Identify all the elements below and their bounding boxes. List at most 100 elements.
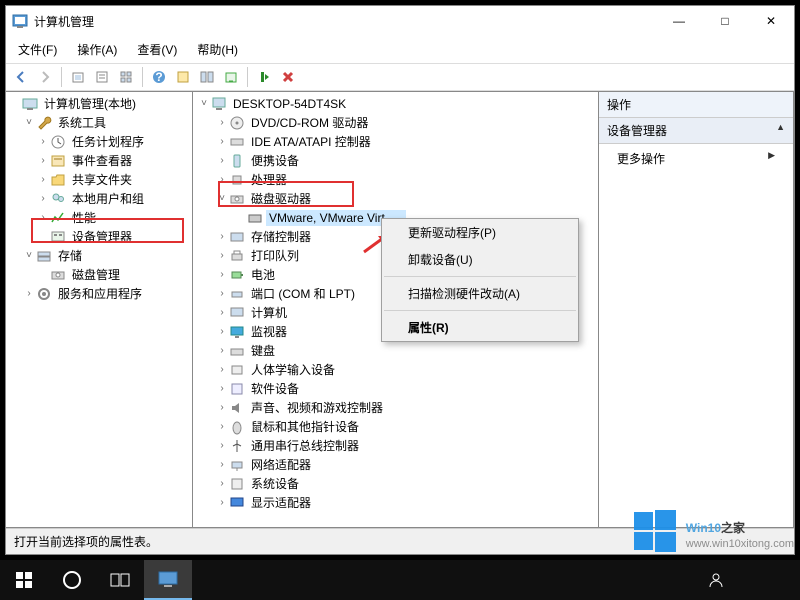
device-portable[interactable]: 便携设备 <box>248 151 302 170</box>
diskdrive-icon <box>229 191 245 207</box>
network-icon <box>229 457 245 473</box>
submenu-icon: ▶ <box>768 150 775 167</box>
services-icon <box>36 286 52 302</box>
device-display[interactable]: 显示适配器 <box>248 493 314 512</box>
collapse-icon: ▲ <box>776 122 785 139</box>
device-sound[interactable]: 声音、视频和游戏控制器 <box>248 398 386 417</box>
battery-icon <box>229 267 245 283</box>
tree-shared-folders[interactable]: 共享文件夹 <box>69 170 135 189</box>
help-button[interactable]: ? <box>148 66 170 88</box>
minimize-button[interactable]: — <box>656 6 702 36</box>
device-usb[interactable]: 通用串行总线控制器 <box>248 436 362 455</box>
forward-button[interactable] <box>34 66 56 88</box>
tree-system-tools[interactable]: 系统工具 <box>55 113 109 132</box>
context-menu: 更新驱动程序(P) 卸载设备(U) 扫描检测硬件改动(A) 属性(R) <box>381 218 579 342</box>
svg-text:?: ? <box>155 70 162 84</box>
clock-icon <box>50 134 66 150</box>
ide-icon <box>229 134 245 150</box>
tree-disk-mgmt[interactable]: 磁盘管理 <box>69 265 123 284</box>
pc-icon <box>211 96 227 112</box>
tree-root[interactable]: 计算机管理(本地) <box>41 94 139 113</box>
toolbar: ? <box>6 63 794 91</box>
device-ports[interactable]: 端口 (COM 和 LPT) <box>248 284 358 303</box>
storagectrl-icon <box>229 229 245 245</box>
view2-button[interactable] <box>196 66 218 88</box>
ctx-separator <box>384 310 576 311</box>
window-title: 计算机管理 <box>34 13 656 30</box>
actions-sub-header[interactable]: 设备管理器 ▲ <box>599 118 793 144</box>
ctx-uninstall[interactable]: 卸载设备(U) <box>382 246 578 273</box>
device-print-queue[interactable]: 打印队列 <box>248 246 302 265</box>
storage-icon <box>36 248 52 264</box>
back-button[interactable] <box>10 66 32 88</box>
device-hid[interactable]: 人体学输入设备 <box>248 360 338 379</box>
enable-button[interactable] <box>253 66 275 88</box>
up-button[interactable] <box>67 66 89 88</box>
ctx-properties[interactable]: 属性(R) <box>382 314 578 341</box>
device-storage-ctrl[interactable]: 存储控制器 <box>248 227 314 246</box>
tree-task-scheduler[interactable]: 任务计划程序 <box>69 132 147 151</box>
monitor-icon <box>229 324 245 340</box>
delete-button[interactable] <box>277 66 299 88</box>
tree-performance[interactable]: 性能 <box>69 208 99 227</box>
actions-more[interactable]: 更多操作 ▶ <box>599 144 793 173</box>
event-icon <box>50 153 66 169</box>
folder-share-icon <box>50 172 66 188</box>
tree-event-viewer[interactable]: 事件查看器 <box>69 151 135 170</box>
menu-action[interactable]: 操作(A) <box>69 38 125 61</box>
portable-icon <box>229 153 245 169</box>
device-network[interactable]: 网络适配器 <box>248 455 314 474</box>
view1-button[interactable] <box>172 66 194 88</box>
display-icon <box>229 495 245 511</box>
port-icon <box>229 286 245 302</box>
device-keyboard[interactable]: 键盘 <box>248 341 278 360</box>
sysdev-icon <box>229 476 245 492</box>
device-processor[interactable]: 处理器 <box>248 170 290 189</box>
device-root[interactable]: DESKTOP-54DT4SK <box>230 96 349 112</box>
computer-mgmt-icon <box>22 96 38 112</box>
users-icon <box>50 191 66 207</box>
sound-icon <box>229 400 245 416</box>
tiles-button[interactable] <box>115 66 137 88</box>
cpu-icon <box>229 172 245 188</box>
menu-view[interactable]: 查看(V) <box>129 38 185 61</box>
app-icon <box>12 13 28 29</box>
device-system[interactable]: 系统设备 <box>248 474 302 493</box>
device-mouse[interactable]: 鼠标和其他指针设备 <box>248 417 362 436</box>
ctx-update-driver[interactable]: 更新驱动程序(P) <box>382 219 578 246</box>
menu-file[interactable]: 文件(F) <box>10 38 65 61</box>
hid-icon <box>229 362 245 378</box>
taskview-button[interactable] <box>96 560 144 600</box>
tree-local-users[interactable]: 本地用户和组 <box>69 189 147 208</box>
device-dvd[interactable]: DVD/CD-ROM 驱动器 <box>248 113 371 132</box>
device-ide[interactable]: IDE ATA/ATAPI 控制器 <box>248 132 374 151</box>
people-button[interactable] <box>692 560 740 600</box>
tree-device-manager[interactable]: 设备管理器 <box>69 227 135 246</box>
tree-services-apps[interactable]: 服务和应用程序 <box>55 284 145 303</box>
device-monitor[interactable]: 监视器 <box>248 322 290 341</box>
device-mgr-icon <box>50 229 66 245</box>
close-button[interactable]: ✕ <box>748 6 794 36</box>
disk-icon <box>50 267 66 283</box>
start-button[interactable] <box>0 560 48 600</box>
ctx-scan[interactable]: 扫描检测硬件改动(A) <box>382 280 578 307</box>
props-button[interactable] <box>91 66 113 88</box>
printer-icon <box>229 248 245 264</box>
keyboard-icon <box>229 343 245 359</box>
device-computer[interactable]: 计算机 <box>248 303 290 322</box>
maximize-button[interactable]: □ <box>702 6 748 36</box>
refresh-button[interactable] <box>220 66 242 88</box>
tree-storage[interactable]: 存储 <box>55 246 85 265</box>
device-software[interactable]: 软件设备 <box>248 379 302 398</box>
mouse-icon <box>229 419 245 435</box>
software-icon <box>229 381 245 397</box>
taskbar-app-mmc[interactable] <box>144 560 192 600</box>
actions-pane: 操作 设备管理器 ▲ 更多操作 ▶ <box>598 91 794 528</box>
device-disk-drives[interactable]: 磁盘驱动器 <box>248 189 314 208</box>
ctx-separator <box>384 276 576 277</box>
device-battery[interactable]: 电池 <box>248 265 278 284</box>
cortana-button[interactable] <box>48 560 96 600</box>
computer-icon <box>229 305 245 321</box>
menu-bar: 文件(F) 操作(A) 查看(V) 帮助(H) <box>6 36 794 63</box>
menu-help[interactable]: 帮助(H) <box>189 38 246 61</box>
